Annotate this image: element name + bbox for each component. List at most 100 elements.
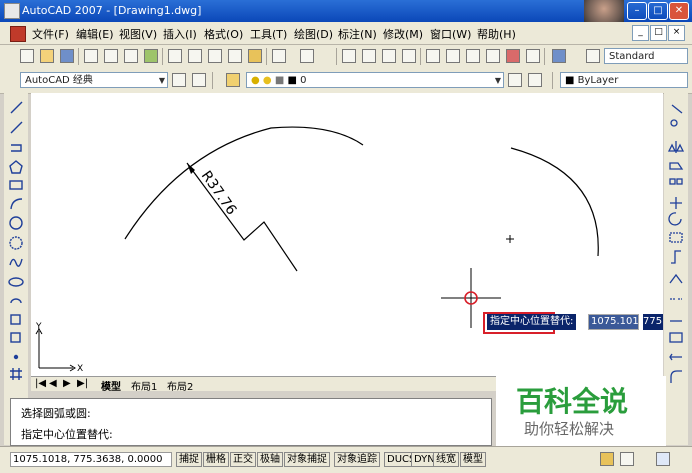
mdi-close-button[interactable]: ×: [668, 25, 685, 41]
menu-help[interactable]: 帮助(H): [477, 26, 516, 42]
layer-manager-icon[interactable]: [226, 73, 240, 87]
menu-window[interactable]: 窗口(W): [430, 26, 471, 42]
sheet-set-icon[interactable]: [486, 49, 500, 63]
array-icon-2[interactable]: [676, 178, 683, 185]
match-properties-icon[interactable]: [228, 49, 242, 63]
polyline-icon[interactable]: [11, 144, 22, 152]
copy-object-icon[interactable]: [670, 119, 678, 127]
tab-model[interactable]: 模型: [101, 378, 121, 393]
point-icon[interactable]: [13, 354, 19, 360]
osnap-toggle[interactable]: 对象捕捉: [284, 452, 330, 467]
move-icon[interactable]: [670, 197, 682, 209]
revision-cloud-icon[interactable]: [9, 236, 23, 250]
circle-icon[interactable]: [9, 216, 23, 230]
chamfer-icon[interactable]: [669, 353, 682, 361]
menu-format[interactable]: 格式(O): [204, 26, 243, 42]
lineweight-toggle[interactable]: 线宽: [433, 452, 459, 467]
3d-dwf-icon[interactable]: [144, 49, 158, 63]
drawing-canvas[interactable]: R37.76 Y X 指定中心位置替代: 1075.1018 775.3638: [31, 93, 663, 376]
plot-preview-icon[interactable]: [104, 49, 118, 63]
workspace-select[interactable]: AutoCAD 经典 ▼: [20, 72, 168, 88]
publish-icon[interactable]: [124, 49, 138, 63]
cut-icon[interactable]: [168, 49, 182, 63]
layer-select[interactable]: ● ● ■ ■ 0 ▼: [246, 72, 504, 88]
menu-file[interactable]: 文件(F): [32, 26, 69, 42]
tab-prev-button[interactable]: ◀: [49, 378, 57, 389]
scale-icon[interactable]: [669, 232, 683, 243]
close-button[interactable]: ✕: [669, 2, 689, 20]
ellipse-arc-icon[interactable]: [10, 298, 22, 304]
mdi-restore-button[interactable]: □: [650, 25, 667, 41]
trim-icon[interactable]: [669, 273, 683, 284]
grid-toggle[interactable]: 栅格: [203, 452, 229, 467]
maximize-button[interactable]: □: [648, 2, 668, 20]
polar-toggle[interactable]: 极轴: [257, 452, 283, 467]
design-center-icon[interactable]: [446, 49, 460, 63]
menu-draw[interactable]: 绘图(D): [294, 26, 333, 42]
block-editor-icon[interactable]: [248, 49, 262, 63]
make-layer-current-icon[interactable]: [508, 73, 522, 87]
ellipse-icon[interactable]: [8, 277, 24, 287]
coordinate-display[interactable]: 1075.1018, 775.3638, 0.0000: [10, 452, 172, 467]
paste-icon[interactable]: [208, 49, 222, 63]
calculator-icon[interactable]: [526, 49, 540, 63]
tab-first-button[interactable]: |◀: [35, 378, 46, 389]
make-block-icon[interactable]: [10, 332, 21, 343]
text-style-select[interactable]: Standard: [604, 48, 688, 64]
model-toggle[interactable]: 模型: [460, 452, 486, 467]
erase-icon[interactable]: [671, 104, 683, 114]
pan-icon[interactable]: [342, 49, 356, 63]
zoom-window-icon[interactable]: [382, 49, 396, 63]
open-icon[interactable]: [40, 49, 54, 63]
workspace-settings-icon[interactable]: [172, 73, 186, 87]
zoom-previous-icon[interactable]: [402, 49, 416, 63]
communication-center-icon[interactable]: [600, 452, 614, 466]
properties-icon[interactable]: [426, 49, 440, 63]
otrack-toggle[interactable]: 对象追踪: [334, 452, 380, 467]
save-workspace-icon[interactable]: [192, 73, 206, 87]
menu-modify[interactable]: 修改(M): [383, 26, 423, 42]
rectangle-icon[interactable]: [9, 180, 23, 190]
menu-tools[interactable]: 工具(T): [250, 26, 287, 42]
zoom-realtime-icon[interactable]: [362, 49, 376, 63]
command-window[interactable]: 选择圆弧或圆: 指定中心位置替代:: [10, 398, 492, 446]
snap-toggle[interactable]: 捕捉: [176, 452, 202, 467]
undo-icon[interactable]: [272, 49, 286, 63]
fillet-icon[interactable]: [670, 370, 682, 383]
tab-layout1[interactable]: 布局1: [131, 378, 157, 393]
help-icon[interactable]: [552, 49, 566, 63]
lock-toolbar-icon[interactable]: [620, 452, 634, 466]
insert-block-icon[interactable]: [10, 314, 21, 325]
rotate-icon[interactable]: [668, 212, 682, 226]
array-icon[interactable]: [669, 178, 676, 185]
minimize-button[interactable]: –: [627, 2, 647, 20]
menu-view[interactable]: 视图(V): [119, 26, 157, 42]
print-icon[interactable]: [84, 49, 98, 63]
arc-geometry-right[interactable]: [510, 147, 599, 257]
document-icon[interactable]: [10, 26, 26, 42]
coord-x-input[interactable]: 1075.1018: [588, 314, 645, 330]
layer-previous-icon[interactable]: [528, 73, 542, 87]
autocad-app-icon[interactable]: [4, 3, 20, 19]
tab-last-button[interactable]: ▶|: [77, 378, 88, 389]
mirror-icon[interactable]: [667, 141, 685, 153]
menu-dimension[interactable]: 标注(N): [338, 26, 377, 42]
polygon-icon[interactable]: [9, 160, 23, 174]
clean-screen-icon[interactable]: [656, 452, 670, 466]
ortho-toggle[interactable]: 正交: [230, 452, 256, 467]
line-icon[interactable]: [10, 101, 23, 114]
spline-icon[interactable]: [9, 258, 23, 267]
copy-icon[interactable]: [188, 49, 202, 63]
offset-icon[interactable]: [669, 162, 684, 170]
menu-edit[interactable]: 编辑(E): [76, 26, 114, 42]
tab-next-button[interactable]: ▶: [63, 378, 71, 389]
coord-y-input[interactable]: 775.3638: [643, 314, 663, 330]
mdi-minimize-button[interactable]: _: [632, 25, 649, 41]
tool-palettes-icon[interactable]: [466, 49, 480, 63]
redo-icon[interactable]: [300, 49, 314, 63]
save-icon[interactable]: [60, 49, 74, 63]
new-icon[interactable]: [20, 49, 34, 63]
menu-insert[interactable]: 插入(I): [163, 26, 197, 42]
construction-line-icon[interactable]: [10, 121, 23, 134]
arc-geometry[interactable]: [124, 126, 364, 240]
